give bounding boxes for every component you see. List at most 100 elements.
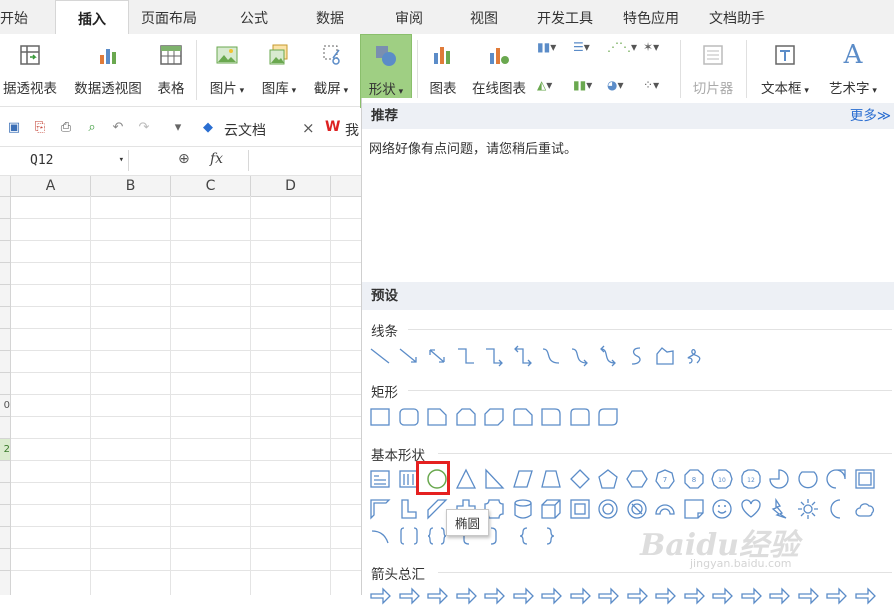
tab-view[interactable]: 视图 bbox=[470, 0, 498, 34]
arrow-shape-shape-icon[interactable] bbox=[398, 585, 420, 607]
row-header[interactable] bbox=[0, 461, 11, 483]
snip-round-rect-shape-icon[interactable] bbox=[512, 406, 534, 428]
heart-shape-icon[interactable] bbox=[740, 498, 762, 520]
insert-function-icon[interactable]: fx bbox=[210, 151, 223, 167]
no-symbol-shape-icon[interactable] bbox=[626, 498, 648, 520]
block-arc-shape-icon[interactable] bbox=[654, 498, 676, 520]
close-tab-icon[interactable]: × bbox=[302, 119, 315, 137]
curve-shape-icon[interactable] bbox=[626, 345, 648, 367]
pie-shape-icon[interactable] bbox=[768, 468, 790, 490]
curved-double-arrow-shape-icon[interactable] bbox=[597, 345, 619, 367]
pie-chart-dropdown[interactable]: ◕▾ bbox=[607, 78, 624, 92]
radar-chart-dropdown[interactable]: ✶▾ bbox=[643, 40, 659, 54]
export-pdf-icon[interactable]: ⎘ bbox=[32, 120, 48, 136]
donut-shape-icon[interactable] bbox=[597, 498, 619, 520]
row-header[interactable]: 0 bbox=[0, 395, 11, 417]
row-header[interactable] bbox=[0, 571, 11, 595]
area-chart-dropdown[interactable]: ◭▾ bbox=[537, 78, 552, 92]
column-header-a[interactable]: A bbox=[11, 176, 91, 197]
arrow-shape-shape-icon[interactable] bbox=[597, 585, 619, 607]
triangle-shape-icon[interactable] bbox=[455, 468, 477, 490]
tab-data[interactable]: 数据 bbox=[316, 0, 344, 34]
diagonal-stripe-shape-icon[interactable] bbox=[426, 498, 448, 520]
teardrop-shape-icon[interactable] bbox=[825, 468, 847, 490]
round-same-side-rect-shape-icon[interactable] bbox=[569, 406, 591, 428]
online-chart-button[interactable]: 在线图表 bbox=[467, 34, 531, 106]
table-button[interactable]: 表格 bbox=[154, 34, 188, 106]
row-header[interactable] bbox=[0, 351, 11, 373]
scatter-chart-dropdown[interactable]: ⁘▾ bbox=[643, 78, 659, 92]
undo-icon[interactable]: ↶ bbox=[110, 120, 126, 136]
arrow-shape-shape-icon[interactable] bbox=[740, 585, 762, 607]
name-box[interactable]: Q12 ▾ bbox=[0, 150, 129, 171]
heptagon-shape-icon[interactable]: 7 bbox=[654, 468, 676, 490]
tab-page-layout[interactable]: 页面布局 bbox=[141, 0, 197, 34]
zoom-search-icon[interactable]: ⊕ bbox=[178, 151, 190, 167]
tab-home[interactable]: 开始 bbox=[0, 0, 28, 34]
line-chart-dropdown[interactable]: ⋰⋱▾ bbox=[607, 40, 637, 54]
row-header[interactable] bbox=[0, 527, 11, 549]
smiley-face-shape-icon[interactable] bbox=[711, 498, 733, 520]
diamond-shape-icon[interactable] bbox=[569, 468, 591, 490]
customize-dropdown-icon[interactable]: ▾ bbox=[170, 120, 186, 136]
arrow-shape-shape-icon[interactable] bbox=[825, 585, 847, 607]
hexagon-shape-icon[interactable] bbox=[625, 468, 648, 490]
row-header[interactable] bbox=[0, 417, 11, 439]
arc-shape-icon[interactable] bbox=[369, 525, 391, 547]
folded-corner-shape-icon[interactable] bbox=[683, 498, 705, 520]
row-header-selected[interactable]: 2 bbox=[0, 439, 11, 461]
half-frame-shape-icon[interactable] bbox=[369, 498, 391, 520]
elbow-connector-shape-icon[interactable] bbox=[455, 345, 477, 367]
bevel-shape-icon[interactable] bbox=[569, 498, 591, 520]
tab-review[interactable]: 审阅 bbox=[395, 0, 423, 34]
cloud-shape-icon[interactable] bbox=[854, 498, 876, 520]
rounded-rectangle-shape-icon[interactable] bbox=[398, 406, 420, 428]
chart-button[interactable]: 图表 bbox=[425, 34, 461, 106]
cube-shape-icon[interactable] bbox=[540, 498, 562, 520]
stock-chart-dropdown[interactable]: ▮▮▾ bbox=[573, 78, 592, 92]
pentagon-shape-icon[interactable] bbox=[597, 468, 619, 490]
row-header[interactable] bbox=[0, 373, 11, 395]
arrow-shape-shape-icon[interactable] bbox=[683, 585, 705, 607]
column-header-b[interactable]: B bbox=[91, 176, 171, 197]
arrow-shape-shape-icon[interactable] bbox=[426, 585, 448, 607]
row-header[interactable] bbox=[0, 219, 11, 241]
arrow-shape-shape-icon[interactable] bbox=[540, 585, 562, 607]
can-shape-icon[interactable] bbox=[512, 498, 534, 520]
line-shape-icon[interactable] bbox=[369, 345, 391, 367]
column-header-e[interactable] bbox=[331, 176, 362, 197]
column-header-d[interactable]: D bbox=[251, 176, 331, 197]
octagon-shape-icon[interactable]: 8 bbox=[683, 468, 705, 490]
snip-diagonal-rect-shape-icon[interactable] bbox=[483, 406, 505, 428]
row-header[interactable] bbox=[0, 197, 11, 219]
tab-developer[interactable]: 开发工具 bbox=[537, 0, 593, 34]
arrow-shape-shape-icon[interactable] bbox=[768, 585, 790, 607]
sun-shape-icon[interactable] bbox=[797, 498, 819, 520]
arrow-line-shape-icon[interactable] bbox=[398, 345, 420, 367]
row-header[interactable] bbox=[0, 505, 11, 527]
snip-same-side-rect-shape-icon[interactable] bbox=[455, 406, 477, 428]
decagon-shape-icon[interactable]: 10 bbox=[711, 468, 733, 490]
row-header[interactable] bbox=[0, 549, 11, 571]
arrow-shape-shape-icon[interactable] bbox=[854, 585, 876, 607]
column-chart-dropdown[interactable]: ▮▮▾ bbox=[537, 40, 556, 54]
right-triangle-shape-icon[interactable] bbox=[483, 468, 505, 490]
formula-input[interactable] bbox=[248, 150, 363, 171]
print-preview-icon[interactable]: ⌕ bbox=[84, 120, 100, 136]
row-header[interactable] bbox=[0, 263, 11, 285]
parallelogram-shape-icon[interactable] bbox=[512, 468, 534, 490]
row-header[interactable] bbox=[0, 307, 11, 329]
bar-chart-dropdown[interactable]: ☰▾ bbox=[573, 40, 590, 54]
moon-shape-icon[interactable] bbox=[825, 498, 847, 520]
save-icon[interactable]: ▣ bbox=[6, 120, 22, 136]
row-header[interactable] bbox=[0, 285, 11, 307]
arrow-shape-shape-icon[interactable] bbox=[455, 585, 477, 607]
round-corner-rect-shape-icon[interactable] bbox=[540, 406, 562, 428]
text-box-shape-icon[interactable] bbox=[369, 468, 391, 490]
arrow-shape-shape-icon[interactable] bbox=[483, 585, 505, 607]
arrow-shape-shape-icon[interactable] bbox=[569, 585, 591, 607]
row-header[interactable] bbox=[0, 241, 11, 263]
screenshot-button[interactable]: 截屏 ▾ bbox=[308, 34, 354, 106]
arrow-shape-shape-icon[interactable] bbox=[654, 585, 676, 607]
pivot-table-button[interactable]: 据透视表 bbox=[0, 34, 60, 106]
